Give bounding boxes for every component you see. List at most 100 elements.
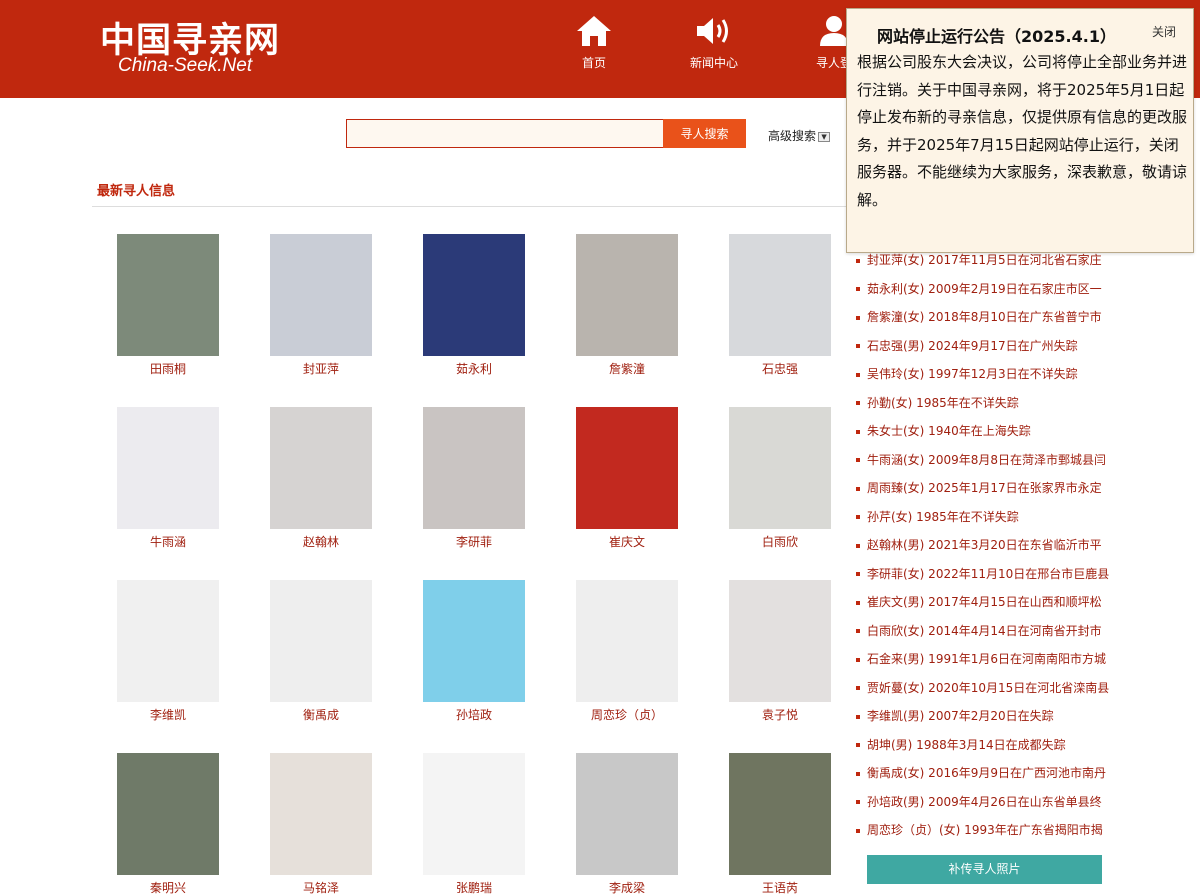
list-item[interactable]: 封亚萍(女) 2017年11月5日在河北省石家庄 [856, 251, 1156, 280]
list-item[interactable]: 贾妡蔓(女) 2020年10月15日在河北省滦南县 [856, 679, 1156, 708]
person-photo[interactable] [117, 407, 219, 529]
person-card[interactable]: 李成梁 [567, 753, 687, 895]
person-name[interactable]: 秦明兴 [108, 879, 228, 895]
person-card[interactable]: 孙培政 [414, 580, 534, 723]
person-name[interactable]: 袁子悦 [720, 706, 840, 723]
list-item-text[interactable]: 胡坤(男) 1988年3月14日在成都失踪 [867, 738, 1066, 752]
person-photo[interactable] [423, 407, 525, 529]
person-name[interactable]: 赵翰林 [261, 533, 381, 550]
list-item[interactable]: 吴伟玲(女) 1997年12月3日在不详失踪 [856, 365, 1156, 394]
nav-home[interactable]: 首页 [554, 14, 634, 71]
person-photo[interactable] [576, 753, 678, 875]
person-card[interactable]: 茹永利 [414, 234, 534, 377]
list-item-text[interactable]: 孙芹(女) 1985年在不详失踪 [867, 510, 1019, 524]
person-photo[interactable] [423, 580, 525, 702]
person-name[interactable]: 崔庆文 [567, 533, 687, 550]
list-item[interactable]: 胡坤(男) 1988年3月14日在成都失踪 [856, 736, 1156, 765]
list-item-text[interactable]: 茹永利(女) 2009年2月19日在石家庄市区一 [867, 282, 1102, 296]
advanced-search[interactable]: 高级搜索 ▼ [768, 127, 831, 144]
list-item[interactable]: 白雨欣(女) 2014年4月14日在河南省开封市 [856, 622, 1156, 651]
person-photo[interactable] [117, 753, 219, 875]
list-item-text[interactable]: 石忠强(男) 2024年9月17日在广州失踪 [867, 339, 1078, 353]
person-name[interactable]: 田雨桐 [108, 360, 228, 377]
person-card[interactable]: 王语芮 [720, 753, 840, 895]
list-item-text[interactable]: 石金来(男) 1991年1月6日在河南南阳市方城 [867, 652, 1106, 666]
person-card[interactable]: 田雨桐 [108, 234, 228, 377]
person-name[interactable]: 张鹏瑞 [414, 879, 534, 895]
person-card[interactable]: 秦明兴 [108, 753, 228, 895]
person-name[interactable]: 马铭泽 [261, 879, 381, 895]
person-card[interactable]: 牛雨涵 [108, 407, 228, 550]
list-item[interactable]: 赵翰林(男) 2021年3月20日在东省临沂市平 [856, 536, 1156, 565]
search-button[interactable]: 寻人搜索 [663, 119, 746, 148]
person-name[interactable]: 石忠强 [720, 360, 840, 377]
list-item[interactable]: 石忠强(男) 2024年9月17日在广州失踪 [856, 337, 1156, 366]
list-item-text[interactable]: 周雨臻(女) 2025年1月17日在张家界市永定 [867, 481, 1102, 495]
list-item[interactable]: 孙勤(女) 1985年在不详失踪 [856, 394, 1156, 423]
person-photo[interactable] [423, 753, 525, 875]
person-photo[interactable] [576, 234, 678, 356]
person-photo[interactable] [270, 753, 372, 875]
list-item[interactable]: 周雨臻(女) 2025年1月17日在张家界市永定 [856, 479, 1156, 508]
dropdown-arrow-icon[interactable]: ▼ [818, 131, 831, 142]
person-photo[interactable] [423, 234, 525, 356]
search-input[interactable] [346, 119, 664, 148]
person-card[interactable]: 石忠强 [720, 234, 840, 377]
person-photo[interactable] [117, 234, 219, 356]
person-card[interactable]: 周恋珍（贞） [567, 580, 687, 723]
list-item[interactable]: 李研菲(女) 2022年11月10日在邢台市巨鹿县 [856, 565, 1156, 594]
upload-photo-button[interactable]: 补传寻人照片 [867, 855, 1102, 884]
list-item-text[interactable]: 崔庆文(男) 2017年4月15日在山西和顺坪松 [867, 595, 1102, 609]
person-card[interactable]: 马铭泽 [261, 753, 381, 895]
list-item-text[interactable]: 牛雨涵(女) 2009年8月8日在菏泽市鄄城县闫 [867, 453, 1106, 467]
list-item[interactable]: 崔庆文(男) 2017年4月15日在山西和顺坪松 [856, 593, 1156, 622]
list-item-text[interactable]: 白雨欣(女) 2014年4月14日在河南省开封市 [867, 624, 1102, 638]
person-photo[interactable] [576, 407, 678, 529]
person-name[interactable]: 孙培政 [414, 706, 534, 723]
list-item-text[interactable]: 周恋珍（贞）(女) 1993年在广东省揭阳市揭 [867, 823, 1103, 837]
person-card[interactable]: 李研菲 [414, 407, 534, 550]
person-name[interactable]: 李成梁 [567, 879, 687, 895]
person-name[interactable]: 詹紫潼 [567, 360, 687, 377]
person-photo[interactable] [117, 580, 219, 702]
person-card[interactable]: 崔庆文 [567, 407, 687, 550]
list-item-text[interactable]: 赵翰林(男) 2021年3月20日在东省临沂市平 [867, 538, 1102, 552]
person-name[interactable]: 茹永利 [414, 360, 534, 377]
person-name[interactable]: 白雨欣 [720, 533, 840, 550]
person-photo[interactable] [729, 580, 831, 702]
person-photo[interactable] [576, 580, 678, 702]
person-photo[interactable] [729, 407, 831, 529]
list-item[interactable]: 周恋珍（贞）(女) 1993年在广东省揭阳市揭 [856, 821, 1156, 850]
person-photo[interactable] [270, 234, 372, 356]
list-item-text[interactable]: 衡禹成(女) 2016年9月9日在广西河池市南丹 [867, 766, 1106, 780]
person-photo[interactable] [270, 580, 372, 702]
list-item[interactable]: 孙培政(男) 2009年4月26日在山东省单县终 [856, 793, 1156, 822]
person-card[interactable]: 张鹏瑞 [414, 753, 534, 895]
list-item[interactable]: 孙芹(女) 1985年在不详失踪 [856, 508, 1156, 537]
list-item-text[interactable]: 贾妡蔓(女) 2020年10月15日在河北省滦南县 [867, 681, 1109, 695]
person-card[interactable]: 詹紫潼 [567, 234, 687, 377]
list-item[interactable]: 茹永利(女) 2009年2月19日在石家庄市区一 [856, 280, 1156, 309]
list-item-text[interactable]: 孙培政(男) 2009年4月26日在山东省单县终 [867, 795, 1102, 809]
list-item-text[interactable]: 吴伟玲(女) 1997年12月3日在不详失踪 [867, 367, 1078, 381]
list-item[interactable]: 牛雨涵(女) 2009年8月8日在菏泽市鄄城县闫 [856, 451, 1156, 480]
list-item[interactable]: 石金来(男) 1991年1月6日在河南南阳市方城 [856, 650, 1156, 679]
list-item[interactable]: 衡禹成(女) 2016年9月9日在广西河池市南丹 [856, 764, 1156, 793]
person-name[interactable]: 李维凯 [108, 706, 228, 723]
list-item[interactable]: 朱女士(女) 1940年在上海失踪 [856, 422, 1156, 451]
person-name[interactable]: 封亚萍 [261, 360, 381, 377]
close-button[interactable]: 关闭 [1152, 23, 1176, 40]
person-photo[interactable] [729, 753, 831, 875]
person-card[interactable]: 衡禹成 [261, 580, 381, 723]
logo-subtitle[interactable]: China-Seek.Net [118, 55, 252, 77]
person-photo[interactable] [270, 407, 372, 529]
list-item-text[interactable]: 朱女士(女) 1940年在上海失踪 [867, 424, 1031, 438]
list-item[interactable]: 詹紫潼(女) 2018年8月10日在广东省普宁市 [856, 308, 1156, 337]
person-card[interactable]: 袁子悦 [720, 580, 840, 723]
list-item-text[interactable]: 封亚萍(女) 2017年11月5日在河北省石家庄 [867, 253, 1102, 267]
person-name[interactable]: 李研菲 [414, 533, 534, 550]
person-name[interactable]: 衡禹成 [261, 706, 381, 723]
list-item-text[interactable]: 李研菲(女) 2022年11月10日在邢台市巨鹿县 [867, 567, 1109, 581]
person-card[interactable]: 白雨欣 [720, 407, 840, 550]
person-name[interactable]: 王语芮 [720, 879, 840, 895]
